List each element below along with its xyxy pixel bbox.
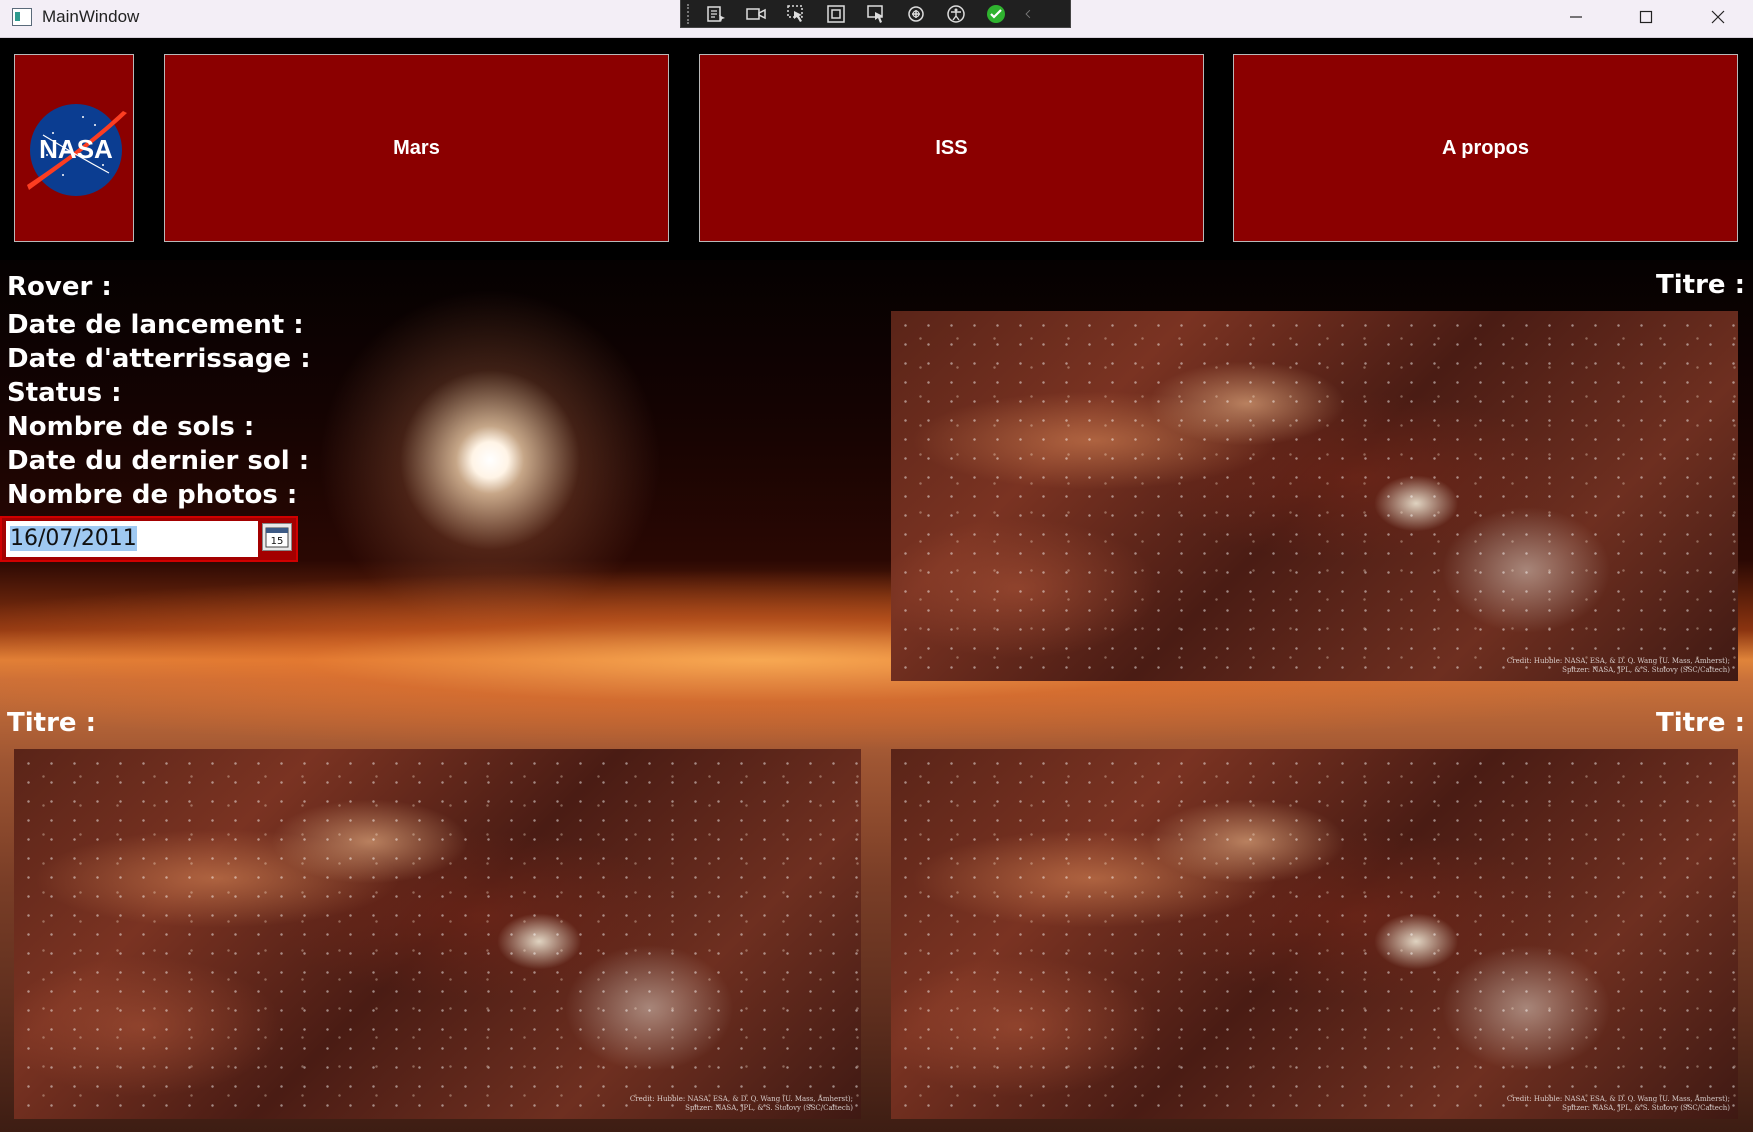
calendar-button[interactable]: 15 (262, 523, 292, 551)
nasa-logo: NASA (27, 104, 127, 196)
photo-title-label-2: Titre : (7, 708, 96, 738)
debug-toolbar (680, 0, 1071, 28)
launch-date-label: Date de lancement : (7, 310, 304, 340)
nasa-logo-tile[interactable]: NASA (14, 54, 134, 242)
minimize-icon (1570, 15, 1582, 18)
maximize-button[interactable] (1611, 0, 1681, 33)
close-icon (1711, 10, 1725, 23)
last-sol-date-label: Date du dernier sol : (7, 446, 310, 476)
main-content: NASA Mars ISS A propos Rover : Date de l… (0, 38, 1753, 1132)
iss-button[interactable]: ISS (699, 54, 1204, 242)
photo-title-label-3: Titre : (1656, 708, 1745, 738)
date-value: 16/07/2011 (10, 526, 137, 551)
title-bar: MainWindow (0, 0, 1753, 38)
photo-credit: Credit: Hubble: NASA, ESA, & D. Q. Wang … (1507, 1095, 1730, 1113)
rover-info-panel: Rover : Date de lancement : Date d'atter… (7, 270, 311, 512)
credit-line-2: Spitzer: NASA, JPL, & S. Stolovy (SSC/Ca… (1562, 666, 1730, 674)
date-input[interactable]: 16/07/2011 (6, 521, 258, 557)
app-icon (12, 8, 32, 26)
credit-line-1: Credit: Hubble: NASA, ESA, & D. Q. Wang … (1506, 657, 1730, 665)
close-button[interactable] (1683, 0, 1753, 33)
toolbar-grip[interactable] (687, 3, 691, 24)
credit-line-2: Spitzer: NASA, JPL, & S. Stolovy (SSC/Ca… (685, 1104, 853, 1112)
rover-photo-2[interactable]: Credit: Hubble: NASA, ESA, & D. Q. Wang … (14, 749, 861, 1119)
checkmark-icon[interactable] (981, 2, 1011, 26)
photo-credit: Credit: Hubble: NASA, ESA, & D. Q. Wang … (630, 1095, 853, 1113)
about-button[interactable]: A propos (1233, 54, 1738, 242)
date-picker[interactable]: 16/07/2011 15 (0, 516, 298, 562)
binding-failures-icon[interactable] (901, 2, 931, 26)
status-label: Status : (7, 378, 122, 408)
mars-button[interactable]: Mars (164, 54, 669, 242)
track-focus-icon[interactable] (861, 2, 891, 26)
nasa-logo-text: NASA (39, 134, 113, 164)
rover-photo-3[interactable]: Credit: Hubble: NASA, ESA, & D. Q. Wang … (891, 749, 1738, 1119)
minimize-button[interactable] (1541, 0, 1611, 33)
credit-line-2: Spitzer: NASA, JPL, & S. Stolovy (SSC/Ca… (1562, 1104, 1730, 1112)
calendar-icon: 15 (265, 527, 289, 548)
record-icon[interactable] (741, 2, 771, 26)
photo-credit: Credit: Hubble: NASA, ESA, & D. Q. Wang … (1507, 657, 1730, 675)
credit-line-1: Credit: Hubble: NASA, ESA, & D. Q. Wang … (1506, 1095, 1730, 1103)
maximize-icon (1639, 10, 1653, 23)
landing-date-label: Date d'atterrissage : (7, 344, 311, 374)
photo-count-label: Nombre de photos : (7, 480, 298, 510)
rover-photo-1[interactable]: Credit: Hubble: NASA, ESA, & D. Q. Wang … (891, 311, 1738, 681)
credit-line-1: Credit: Hubble: NASA, ESA, & D. Q. Wang … (629, 1095, 853, 1103)
sol-count-label: Nombre de sols : (7, 412, 255, 442)
collapse-chevron-icon[interactable] (1021, 2, 1035, 26)
display-layout-adorners-icon[interactable] (821, 2, 851, 26)
live-visual-tree-icon[interactable] (701, 2, 731, 26)
accessibility-icon[interactable] (941, 2, 971, 26)
rover-label: Rover : (7, 272, 112, 302)
window-title: MainWindow (42, 7, 140, 26)
calendar-day: 15 (271, 536, 284, 547)
select-element-icon[interactable] (781, 2, 811, 26)
photo-title-label-1: Titre : (1656, 270, 1745, 300)
